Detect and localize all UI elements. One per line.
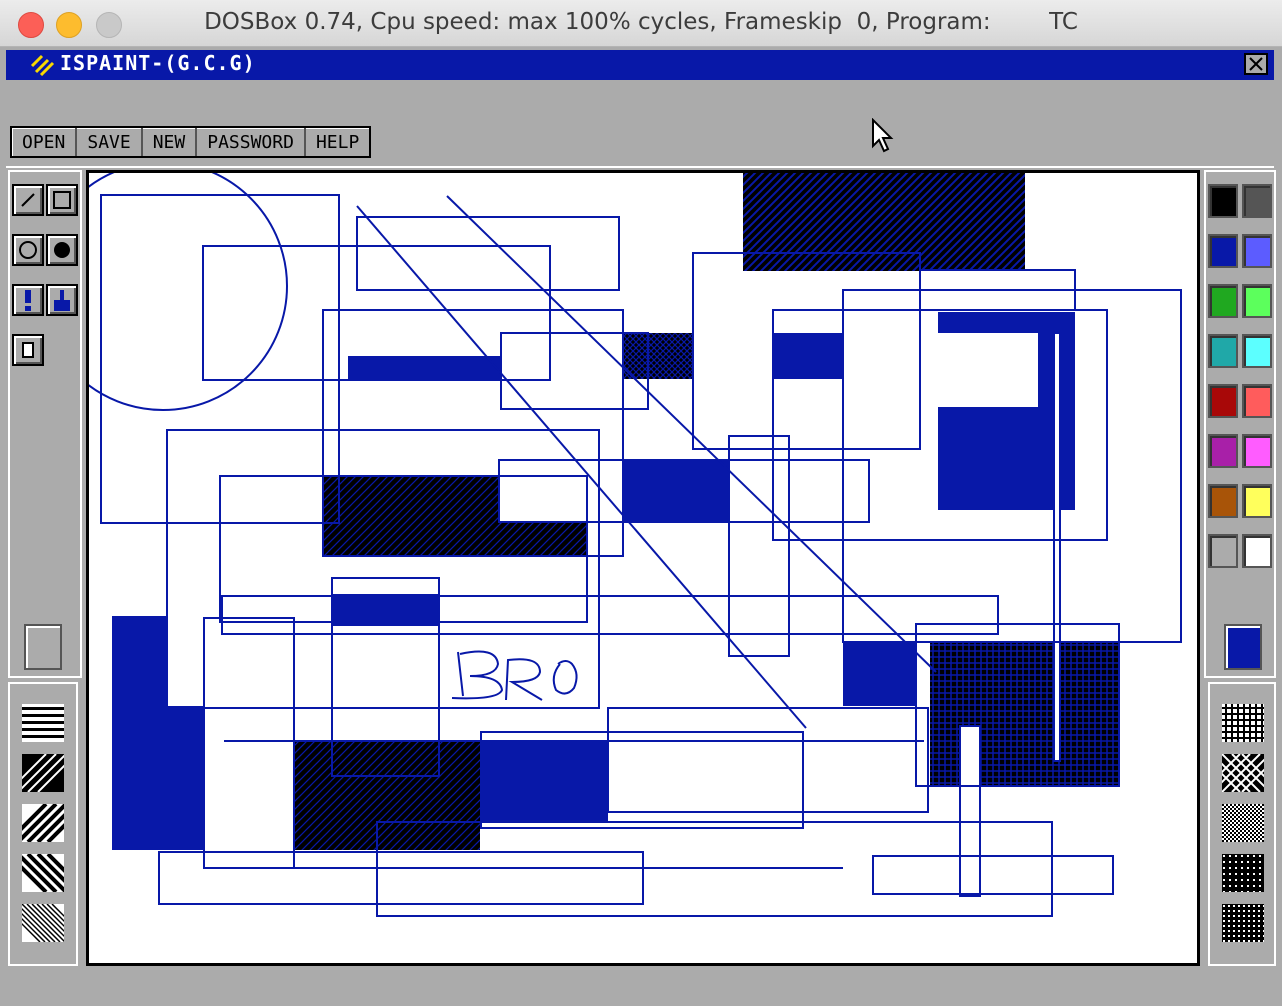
menu-save[interactable]: SAVE — [77, 128, 143, 156]
thick-diagonal-pattern-icon[interactable] — [22, 754, 64, 792]
close-icon — [1249, 57, 1263, 71]
line-tool-icon — [21, 193, 35, 207]
grid-pattern-icon[interactable] — [1222, 704, 1264, 742]
app-title: ISPAINT-(G.C.G) — [60, 51, 256, 75]
filled-circle-tool-icon — [54, 242, 70, 258]
color-swatch-light-cyan[interactable] — [1242, 334, 1272, 368]
rectangle-tool-button[interactable] — [46, 184, 78, 216]
color-swatch-light-red[interactable] — [1242, 384, 1272, 418]
color-swatch-light-green[interactable] — [1242, 284, 1272, 318]
fill-tool-icon — [54, 290, 70, 311]
fine-back-diagonal-pattern-icon[interactable] — [22, 904, 64, 942]
fill-tool-button[interactable] — [46, 284, 78, 316]
fine-checker-pattern-icon[interactable] — [1222, 804, 1264, 842]
menu-open[interactable]: OPEN — [12, 128, 78, 156]
color-swatch-light-magenta[interactable] — [1242, 434, 1272, 468]
circle-tool-icon — [19, 241, 37, 259]
color-swatch-black[interactable] — [1208, 184, 1238, 218]
menu-help[interactable]: HELP — [306, 128, 369, 156]
window-title: DOSBox 0.74, Cpu speed: max 100% cycles,… — [204, 9, 1078, 35]
drawing-canvas[interactable] — [86, 170, 1200, 966]
color-swatch-brown[interactable] — [1208, 484, 1238, 518]
color-swatch-dark-gray[interactable] — [1242, 184, 1272, 218]
color-swatch-light-gray[interactable] — [1208, 534, 1238, 568]
color-swatch-green[interactable] — [1208, 284, 1238, 318]
color-swatch-blue[interactable] — [1208, 234, 1238, 268]
back-diagonal-pattern-icon[interactable] — [22, 854, 64, 892]
current-color-indicator[interactable] — [1224, 624, 1262, 670]
mouse-cursor-icon — [872, 118, 894, 153]
color-swatch-light-blue[interactable] — [1242, 234, 1272, 268]
eraser-tool-button[interactable] — [12, 334, 44, 366]
dense-dots-pattern-icon[interactable] — [1222, 904, 1264, 942]
spray-tool-button[interactable] — [12, 284, 44, 316]
toolbar-divider — [6, 166, 1274, 168]
color-swatch-yellow[interactable] — [1242, 484, 1272, 518]
color-swatch-magenta[interactable] — [1208, 434, 1238, 468]
stripe-diagonal-pattern-icon[interactable] — [22, 804, 64, 842]
color-swatch-white[interactable] — [1242, 534, 1272, 568]
rectangle-tool-icon — [53, 191, 71, 209]
circle-tool-button[interactable] — [12, 234, 44, 266]
crosshatch-pattern-icon[interactable] — [1222, 754, 1264, 792]
canvas-artwork — [89, 173, 1182, 917]
eraser-tool-icon — [22, 342, 34, 358]
color-swatch-red[interactable] — [1208, 384, 1238, 418]
app-logo-icon — [30, 54, 55, 76]
menu-password[interactable]: PASSWORD — [197, 128, 306, 156]
menu-new[interactable]: NEW — [143, 128, 198, 156]
app-close-button[interactable] — [1244, 53, 1268, 75]
filled-circle-tool-button[interactable] — [46, 234, 78, 266]
spray-tool-icon — [25, 290, 31, 311]
horizontal-lines-pattern-icon[interactable] — [22, 704, 64, 742]
line-tool-button[interactable] — [12, 184, 44, 216]
menu-bar: OPEN SAVE NEW PASSWORD HELP — [10, 126, 372, 158]
sparse-dots-pattern-icon[interactable] — [1222, 854, 1264, 892]
background-color-indicator[interactable] — [24, 624, 62, 670]
color-swatch-cyan[interactable] — [1208, 334, 1238, 368]
